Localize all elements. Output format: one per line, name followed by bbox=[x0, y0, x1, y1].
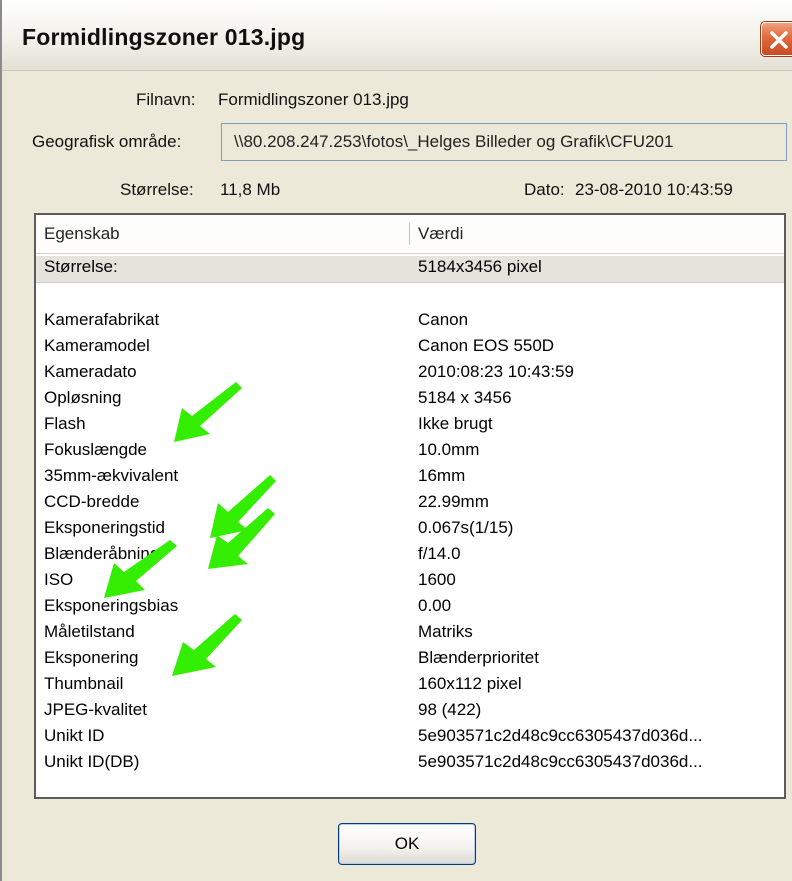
property-cell: Kameramodel bbox=[44, 336, 150, 355]
table-row[interactable]: Blænderåbning f/14.0 bbox=[36, 543, 784, 569]
column-header-property[interactable]: Egenskab bbox=[44, 224, 120, 244]
geo-path-field[interactable]: \\80.208.247.253\fotos\_Helges Billeder … bbox=[221, 123, 787, 161]
value-cell: 5184 x 3456 bbox=[418, 388, 512, 407]
table-row[interactable]: ISO 1600 bbox=[36, 569, 784, 595]
table-row[interactable]: Eksponeringsbias 0.00 bbox=[36, 595, 784, 621]
table-row[interactable]: 35mm-ækvivalent 16mm bbox=[36, 465, 784, 491]
properties-list[interactable]: Egenskab Værdi Størrelse: 5184x3456 pixe… bbox=[34, 213, 786, 799]
property-cell: Måletilstand bbox=[44, 622, 135, 641]
size-label: Størrelse: bbox=[120, 180, 194, 199]
value-cell: 2010:08:23 10:43:59 bbox=[418, 362, 574, 381]
value-cell: Canon bbox=[418, 310, 469, 329]
filename-label: Filnavn: bbox=[136, 90, 196, 109]
table-row[interactable]: Opløsning 5184 x 3456 bbox=[36, 387, 784, 413]
table-row[interactable]: Fokuslængde 10.0mm bbox=[36, 439, 784, 465]
value-cell: 0.00 bbox=[418, 596, 452, 615]
size-value: 11,8 Mb bbox=[220, 180, 281, 199]
property-cell: Kameradato bbox=[44, 362, 137, 381]
table-row[interactable]: Thumbnail 160x112 pixel bbox=[36, 673, 784, 699]
property-cell: 35mm-ækvivalent bbox=[44, 466, 179, 485]
title-bar[interactable]: Formidlingszoner 013.jpg bbox=[2, 0, 792, 71]
table-row[interactable]: Kamerafabrikat Canon bbox=[36, 309, 784, 335]
date-label: Dato: bbox=[524, 180, 565, 199]
value-cell: f/14.0 bbox=[418, 544, 461, 563]
value-cell: 1600 bbox=[418, 570, 456, 589]
window-title: Formidlingszoner 013.jpg bbox=[22, 24, 306, 50]
table-row[interactable]: Unikt ID(DB) 5e903571c2d48c9cc6305437d03… bbox=[36, 751, 784, 777]
properties-dialog: Formidlingszoner 013.jpg Filnavn: Formid… bbox=[0, 0, 792, 881]
value-cell: 10.0mm bbox=[418, 440, 480, 459]
property-cell: Kamerafabrikat bbox=[44, 310, 160, 329]
table-row[interactable]: CCD-bredde 22.99mm bbox=[36, 491, 784, 517]
value-cell: 5e903571c2d48c9cc6305437d036d... bbox=[418, 752, 703, 771]
value-cell: 22.99mm bbox=[418, 492, 489, 511]
date-value: 23-08-2010 10:43:59 bbox=[575, 180, 733, 199]
property-cell: Thumbnail bbox=[44, 674, 124, 693]
table-row[interactable]: Størrelse: 5184x3456 pixel bbox=[36, 256, 784, 283]
value-cell: 5e903571c2d48c9cc6305437d036d... bbox=[418, 726, 703, 745]
value-cell: Ikke brugt bbox=[418, 414, 493, 433]
property-cell: Fokuslængde bbox=[44, 440, 148, 459]
property-cell: Opløsning bbox=[44, 388, 122, 407]
ok-button[interactable]: OK bbox=[338, 823, 476, 865]
filename-value: Formidlingszoner 013.jpg bbox=[218, 90, 409, 109]
table-row[interactable]: Unikt ID 5e903571c2d48c9cc6305437d036d..… bbox=[36, 725, 784, 751]
property-cell: Unikt ID(DB) bbox=[44, 752, 140, 771]
column-separator[interactable] bbox=[409, 223, 410, 245]
close-button[interactable] bbox=[761, 22, 792, 56]
property-cell: Blænderåbning bbox=[44, 544, 160, 563]
table-row[interactable]: Flash Ikke brugt bbox=[36, 413, 784, 439]
property-cell: Eksponering bbox=[44, 648, 139, 667]
value-cell: Matriks bbox=[418, 622, 473, 641]
property-cell: Flash bbox=[44, 414, 86, 433]
property-cell: Eksponeringstid bbox=[44, 518, 165, 537]
property-cell: Størrelse: bbox=[44, 257, 118, 276]
value-cell: 98 (422) bbox=[418, 700, 482, 719]
value-cell: Blænderprioritet bbox=[418, 648, 539, 667]
property-cell: JPEG-kvalitet bbox=[44, 700, 147, 719]
table-row[interactable]: Kameradato 2010:08:23 10:43:59 bbox=[36, 361, 784, 387]
close-icon bbox=[770, 31, 788, 49]
table-row[interactable]: Eksponeringstid 0.067s(1/15) bbox=[36, 517, 784, 543]
value-cell: 0.067s(1/15) bbox=[418, 518, 514, 537]
table-row[interactable]: Kameramodel Canon EOS 550D bbox=[36, 335, 784, 361]
value-cell: 5184x3456 pixel bbox=[418, 257, 542, 276]
property-cell: Unikt ID bbox=[44, 726, 105, 745]
property-cell: Eksponeringsbias bbox=[44, 596, 179, 615]
list-header: Egenskab Værdi bbox=[36, 215, 784, 254]
value-cell: 160x112 pixel bbox=[418, 674, 522, 693]
geo-label: Geografisk område: bbox=[32, 132, 182, 151]
value-cell: 16mm bbox=[418, 466, 466, 485]
property-cell: CCD-bredde bbox=[44, 492, 140, 511]
table-row[interactable] bbox=[36, 285, 784, 311]
table-row[interactable]: Måletilstand Matriks bbox=[36, 621, 784, 647]
table-row[interactable]: JPEG-kvalitet 98 (422) bbox=[36, 699, 784, 725]
table-row[interactable]: Eksponering Blænderprioritet bbox=[36, 647, 784, 673]
column-header-value[interactable]: Værdi bbox=[418, 224, 463, 244]
property-cell: ISO bbox=[44, 570, 74, 589]
value-cell: Canon EOS 550D bbox=[418, 336, 555, 355]
